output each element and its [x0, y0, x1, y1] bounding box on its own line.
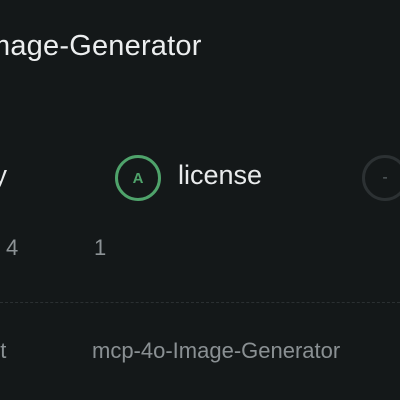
- count-right: 1: [94, 235, 107, 260]
- quality-label: ty: [0, 160, 8, 190]
- license-label[interactable]: license: [178, 160, 262, 191]
- page-title: mage-Generator: [0, 30, 202, 62]
- server-card: mage-Generator ty A license - 4 1 ot mcp…: [0, 0, 400, 400]
- next-grade-badge[interactable]: -: [362, 155, 400, 201]
- count-left: 4: [6, 235, 19, 260]
- divider: [0, 302, 400, 303]
- footer-left-text: ot: [0, 338, 7, 363]
- license-grade-badge[interactable]: A: [115, 155, 161, 201]
- repo-name-link[interactable]: mcp-4o-Image-Generator: [92, 338, 340, 364]
